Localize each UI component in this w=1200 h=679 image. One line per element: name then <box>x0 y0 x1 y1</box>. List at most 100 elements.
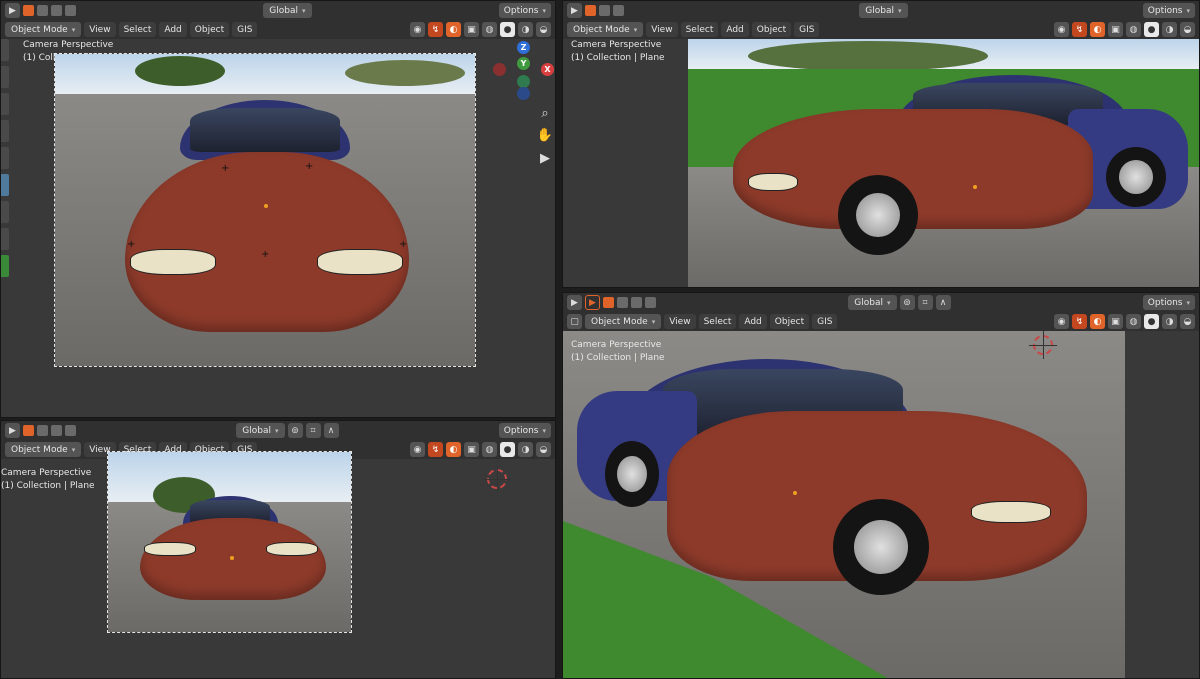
mode-dropdown[interactable]: Object Mode ▾ <box>567 22 644 37</box>
viewport-top-left[interactable]: ▶ Global ▾ Options ▾ Object Mode ▾ View Sel… <box>0 0 556 418</box>
tool-button[interactable] <box>1 201 9 223</box>
menu-object[interactable]: Object <box>189 22 230 37</box>
z-axis[interactable]: Z <box>517 41 530 54</box>
xray-icon[interactable]: ▣ <box>464 22 479 37</box>
material-shading-icon[interactable]: ◑ <box>518 22 533 37</box>
menu-select[interactable]: Select <box>680 22 719 37</box>
menu-object[interactable]: Object <box>769 314 810 329</box>
select-tool-icon[interactable]: ▶ <box>5 3 20 18</box>
visibility-icon[interactable]: ◉ <box>410 22 425 37</box>
wireframe-shading-icon[interactable]: ◍ <box>1126 314 1141 329</box>
mode-dropdown[interactable]: Object Mode ▾ <box>5 22 82 37</box>
material-shading-icon[interactable]: ◑ <box>1162 22 1177 37</box>
mode-dropdown[interactable]: Object Mode ▾ <box>585 314 662 329</box>
menu-view[interactable]: View <box>664 314 696 329</box>
3d-cursor-icon[interactable] <box>1029 331 1057 359</box>
wireframe-shading-icon[interactable]: ◍ <box>482 442 497 457</box>
mode-dropdown[interactable]: Object Mode ▾ <box>5 442 82 457</box>
menu-view[interactable]: View <box>646 22 678 37</box>
solid-shading-icon[interactable]: ● <box>1144 22 1159 37</box>
select-mode-icon[interactable] <box>51 425 62 436</box>
xray-icon[interactable]: ▣ <box>1108 314 1123 329</box>
select-tool-icon[interactable]: ▶ <box>567 3 582 18</box>
select-mode-icon[interactable] <box>613 5 624 16</box>
wireframe-shading-icon[interactable]: ◍ <box>482 22 497 37</box>
gizmo-icon[interactable]: ↯ <box>428 22 443 37</box>
select-tool-icon[interactable]: ▶ <box>5 423 20 438</box>
menu-view[interactable]: View <box>84 22 116 37</box>
view-icon[interactable]: ▢ <box>567 314 582 329</box>
orientation-dropdown[interactable]: Global ▾ <box>848 295 897 310</box>
viewport-bottom-left[interactable]: ▶ Global ▾ ⊚ ⌗ ∧ Options ▾ Object Mode ▾ Vi… <box>0 420 556 679</box>
options-button[interactable]: Options ▾ <box>1142 295 1196 310</box>
proportional-icon[interactable]: ∧ <box>323 423 339 438</box>
wireframe-shading-icon[interactable]: ◍ <box>1126 22 1141 37</box>
y-axis[interactable]: Y <box>517 57 530 70</box>
menu-object[interactable]: Object <box>751 22 792 37</box>
rendered-shading-icon[interactable]: ◒ <box>536 442 551 457</box>
proportional-icon[interactable]: ∧ <box>935 295 951 310</box>
tool-button[interactable] <box>1 147 9 169</box>
menu-gis[interactable]: GIS <box>812 314 838 329</box>
pivot-icon[interactable]: ⊚ <box>899 295 915 310</box>
select-mode-icon[interactable] <box>65 425 76 436</box>
tool-button[interactable] <box>1 228 9 250</box>
select-mode-icon[interactable] <box>51 5 62 16</box>
visibility-icon[interactable]: ◉ <box>1054 314 1069 329</box>
gizmo-icon[interactable]: ↯ <box>1072 314 1087 329</box>
xray-icon[interactable]: ▣ <box>1108 22 1123 37</box>
select-mode-icon[interactable] <box>37 5 48 16</box>
rendered-shading-icon[interactable]: ◒ <box>536 22 551 37</box>
xray-icon[interactable]: ▣ <box>464 442 479 457</box>
zoom-icon[interactable]: ⌕ <box>536 104 554 122</box>
tool-button[interactable] <box>1 120 9 142</box>
visibility-icon[interactable]: ◉ <box>410 442 425 457</box>
select-mode-icon[interactable] <box>617 297 628 308</box>
select-mode-icon[interactable] <box>23 425 34 436</box>
orientation-dropdown[interactable]: Global ▾ <box>859 3 908 18</box>
select-mode-icon[interactable] <box>23 5 34 16</box>
viewport-top-right[interactable]: ▶ Global ▾ Options ▾ Object Mode ▾ View Sel… <box>562 0 1200 288</box>
menu-add[interactable]: Add <box>159 22 187 37</box>
viewport-bottom-right[interactable]: ▶ ▶ Global ▾ ⊚ ⌗ ∧ Options ▾ ▢ Object Mode… <box>562 292 1200 679</box>
material-shading-icon[interactable]: ◑ <box>518 442 533 457</box>
overlay-icon[interactable]: ◐ <box>446 442 461 457</box>
overlay-icon[interactable]: ◐ <box>1090 22 1105 37</box>
snap-icon[interactable]: ⌗ <box>305 423 321 438</box>
tool-button[interactable] <box>1 93 9 115</box>
orientation-dropdown[interactable]: Global ▾ <box>236 423 285 438</box>
navigation-gizmo[interactable]: Z Y X <box>491 41 554 101</box>
gizmo-icon[interactable]: ↯ <box>428 442 443 457</box>
x-axis[interactable]: X <box>541 63 554 76</box>
menu-add[interactable]: Add <box>739 314 767 329</box>
select-tool-icon[interactable]: ▶ <box>567 295 582 310</box>
rendered-shading-icon[interactable]: ◒ <box>1180 314 1195 329</box>
select-mode-icon[interactable] <box>631 297 642 308</box>
select-mode-icon[interactable] <box>645 297 656 308</box>
pivot-icon[interactable]: ⊚ <box>287 423 303 438</box>
menu-gis[interactable]: GIS <box>232 22 258 37</box>
neg-x-axis[interactable] <box>493 63 506 76</box>
gizmo-icon[interactable]: ↯ <box>1072 22 1087 37</box>
select-box-icon[interactable]: ▶ <box>585 295 600 310</box>
neg-z-axis[interactable] <box>517 87 530 100</box>
orientation-dropdown[interactable]: Global ▾ <box>263 3 312 18</box>
tool-button[interactable] <box>1 39 9 61</box>
select-mode-icon[interactable] <box>585 5 596 16</box>
solid-shading-icon[interactable]: ● <box>500 442 515 457</box>
overlay-icon[interactable]: ◐ <box>1090 314 1105 329</box>
material-shading-icon[interactable]: ◑ <box>1162 314 1177 329</box>
visibility-icon[interactable]: ◉ <box>1054 22 1069 37</box>
menu-select[interactable]: Select <box>698 314 737 329</box>
tool-button[interactable] <box>1 66 9 88</box>
menu-gis[interactable]: GIS <box>794 22 820 37</box>
select-mode-icon[interactable] <box>603 297 614 308</box>
tool-button[interactable] <box>1 174 9 196</box>
menu-select[interactable]: Select <box>118 22 157 37</box>
overlay-icon[interactable]: ◐ <box>446 22 461 37</box>
snap-icon[interactable]: ⌗ <box>917 295 933 310</box>
options-button[interactable]: Options ▾ <box>498 3 552 18</box>
grab-icon[interactable]: ✋ <box>536 126 554 144</box>
3d-cursor-icon[interactable] <box>483 465 511 493</box>
select-mode-icon[interactable] <box>65 5 76 16</box>
